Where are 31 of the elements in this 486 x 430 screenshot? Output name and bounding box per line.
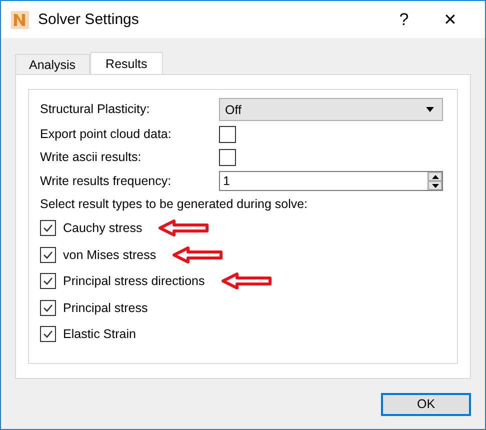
ok-button[interactable]: OK xyxy=(381,392,471,416)
setting-label: Export point cloud data: xyxy=(40,126,172,143)
down-triangle-icon xyxy=(432,184,438,188)
spin-up-button[interactable] xyxy=(428,172,442,181)
checkbox[interactable] xyxy=(40,220,56,236)
dropdown[interactable]: Off xyxy=(219,98,443,121)
section-label: Select result types to be generated during solve: xyxy=(40,197,309,211)
tab[interactable]: Results xyxy=(90,52,164,74)
checkbox-label: von Mises stress xyxy=(63,248,156,262)
checkbox-label: Cauchy stress xyxy=(63,221,142,236)
checkbox[interactable] xyxy=(219,126,236,143)
spin-down-button[interactable] xyxy=(428,181,442,190)
checkbox-label: Elastic Strain xyxy=(63,327,136,342)
tab[interactable]: Analysis xyxy=(15,54,90,74)
spin-field[interactable]: 1 xyxy=(219,171,443,191)
checkbox[interactable] xyxy=(219,149,236,166)
checkbox[interactable] xyxy=(40,273,56,290)
window-title: Solver Settings xyxy=(38,11,139,28)
help-button[interactable]: ? xyxy=(381,1,427,38)
close-button[interactable]: ✕ xyxy=(427,1,473,38)
dropdown-caret-icon xyxy=(426,107,434,112)
checkbox[interactable] xyxy=(40,326,56,342)
setting-label: Write results frequency: xyxy=(40,172,172,190)
checkbox[interactable] xyxy=(40,300,56,316)
checkbox-label: Principal stress xyxy=(63,300,148,315)
up-triangle-icon xyxy=(432,174,438,178)
checkbox[interactable] xyxy=(40,246,56,263)
setting-label: Write ascii results: xyxy=(40,149,142,166)
setting-label: Structural Plasticity: xyxy=(40,101,151,118)
checkbox-label: Principal stress directions xyxy=(63,274,205,288)
app-logo-icon xyxy=(11,10,29,28)
